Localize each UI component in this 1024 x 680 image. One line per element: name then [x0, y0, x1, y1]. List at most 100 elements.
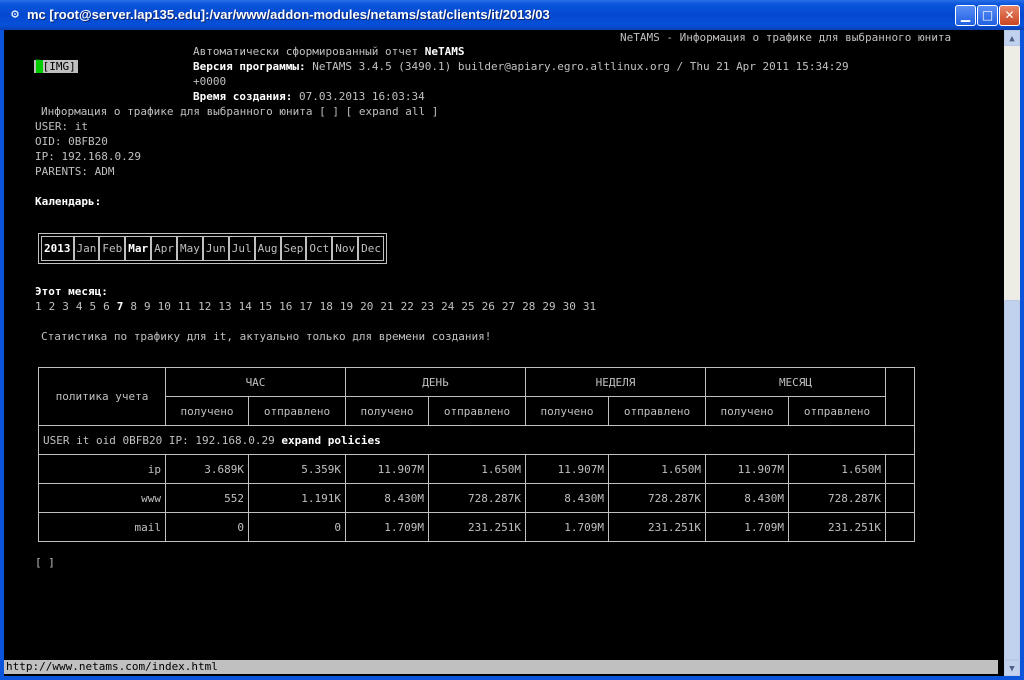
report-auto-line: Автоматически сформированный отчет NeTAM…: [193, 45, 465, 58]
page-header-title: NeTAMS - Информация о трафике для выбран…: [620, 31, 952, 44]
value-cell: 552: [165, 483, 249, 513]
calendar-month-aug[interactable]: Aug: [254, 236, 281, 261]
period-header-day: ДЕНЬ: [345, 367, 526, 397]
created-line: Время создания: 07.03.2013 16:03:34: [193, 90, 425, 103]
day-link[interactable]: 20: [360, 300, 373, 313]
sub-header-sent: отправлено: [608, 396, 706, 426]
day-link[interactable]: 15: [259, 300, 272, 313]
day-link[interactable]: 7: [117, 300, 124, 313]
day-link[interactable]: 2: [49, 300, 56, 313]
period-header-month: МЕСЯЦ: [705, 367, 886, 397]
calendar-year[interactable]: 2013: [41, 236, 74, 261]
scroll-up-arrow-icon[interactable]: ▲: [1004, 30, 1020, 46]
value-cell: 728.287K: [428, 483, 526, 513]
day-link[interactable]: 6: [103, 300, 110, 313]
value-cell: 11.907M: [525, 454, 609, 484]
value-cell: 1.650M: [788, 454, 886, 484]
traffic-table: политика учета ЧАС ДЕНЬ НЕДЕЛЯ МЕСЯЦ пол…: [38, 367, 915, 542]
table-row: mail 0 0 1.709M 231.251K 1.709M 231.251K…: [38, 512, 915, 542]
calendar-label: Календарь:: [35, 195, 102, 208]
table-row: www 552 1.191K 8.430M 728.287K 8.430M 72…: [38, 483, 915, 513]
day-link[interactable]: 13: [218, 300, 231, 313]
day-link[interactable]: 9: [144, 300, 151, 313]
calendar-month-jan[interactable]: Jan: [73, 236, 100, 261]
day-link[interactable]: 31: [583, 300, 596, 313]
day-link[interactable]: 12: [198, 300, 211, 313]
day-link[interactable]: 1: [35, 300, 42, 313]
day-link[interactable]: 5: [90, 300, 97, 313]
day-link[interactable]: 19: [340, 300, 353, 313]
info-title-line[interactable]: Информация о трафике для выбранного юнит…: [41, 105, 438, 118]
day-link[interactable]: 8: [130, 300, 137, 313]
value-cell: 8.430M: [345, 483, 429, 513]
day-link[interactable]: 24: [441, 300, 454, 313]
day-link[interactable]: 4: [76, 300, 83, 313]
day-link[interactable]: 30: [563, 300, 576, 313]
day-link[interactable]: 3: [62, 300, 69, 313]
day-link[interactable]: 17: [299, 300, 312, 313]
day-link[interactable]: 25: [461, 300, 474, 313]
status-bar: http://www.netams.com/index.html: [4, 660, 998, 674]
day-link[interactable]: 10: [158, 300, 171, 313]
value-cell: 231.251K: [608, 512, 706, 542]
value-cell: 728.287K: [608, 483, 706, 513]
calendar-month-feb[interactable]: Feb: [99, 236, 126, 261]
user-row: USER it oid 0BFB20 IP: 192.168.0.29 expa…: [38, 425, 915, 455]
calendar-month-oct[interactable]: Oct: [306, 236, 333, 261]
value-cell: 3.689K: [165, 454, 249, 484]
vertical-scrollbar[interactable]: ▲ ▼: [1004, 30, 1020, 676]
title-bar[interactable]: ⚙ mc [root@server.lap135.edu]:/var/www/a…: [0, 0, 1024, 30]
empty-header-cell: [885, 367, 915, 426]
day-link[interactable]: 22: [401, 300, 414, 313]
month-label: Этот месяц:: [35, 285, 108, 298]
value-cell: 11.907M: [345, 454, 429, 484]
close-button[interactable]: ✕: [999, 5, 1020, 26]
value-cell: 1.650M: [608, 454, 706, 484]
scroll-down-arrow-icon[interactable]: ▼: [1004, 660, 1020, 676]
day-link[interactable]: 28: [522, 300, 535, 313]
expand-policies-link[interactable]: expand policies: [281, 434, 380, 447]
minimize-button[interactable]: ▁: [955, 5, 976, 26]
policy-cell: ip: [38, 454, 166, 484]
footer-brackets[interactable]: [ ]: [35, 556, 55, 569]
calendar-month-nov[interactable]: Nov: [332, 236, 359, 261]
calendar-month-mar[interactable]: Mar: [125, 236, 152, 261]
scrollbar-thumb[interactable]: [1004, 300, 1020, 660]
maximize-button[interactable]: □: [977, 5, 998, 26]
day-link[interactable]: 26: [482, 300, 495, 313]
calendar-month-dec[interactable]: Dec: [358, 236, 384, 261]
value-cell: 0: [248, 512, 346, 542]
calendar-month-jul[interactable]: Jul: [228, 236, 255, 261]
calendar-month-sep[interactable]: Sep: [280, 236, 307, 261]
calendar-month-apr[interactable]: Apr: [151, 236, 177, 261]
calendar-month-may[interactable]: May: [177, 236, 203, 261]
image-placeholder-link[interactable]: ▌[IMG]: [34, 60, 78, 73]
day-link[interactable]: 18: [320, 300, 333, 313]
sub-header-sent: отправлено: [788, 396, 886, 426]
day-link[interactable]: 14: [239, 300, 252, 313]
oid-line: OID: 0BFB20: [35, 135, 108, 148]
day-link[interactable]: 27: [502, 300, 515, 313]
value-cell: 8.430M: [705, 483, 789, 513]
day-link[interactable]: 16: [279, 300, 292, 313]
value-cell: 1.191K: [248, 483, 346, 513]
sub-header-sent: отправлено: [248, 396, 346, 426]
parents-line: PARENTS: ADM: [35, 165, 115, 178]
calendar-month-jun[interactable]: Jun: [202, 236, 229, 261]
day-link[interactable]: 21: [380, 300, 393, 313]
sub-header-received: получено: [525, 396, 609, 426]
value-cell: 1.650M: [428, 454, 526, 484]
value-cell: 231.251K: [788, 512, 886, 542]
period-header-week: НЕДЕЛЯ: [525, 367, 706, 397]
sub-header-sent: отправлено: [428, 396, 526, 426]
value-cell: 0: [165, 512, 249, 542]
version-line: Версия программы: NeTAMS 3.4.5 (3490.1) …: [193, 60, 849, 73]
empty-cell: [885, 512, 915, 542]
day-link[interactable]: 23: [421, 300, 434, 313]
terminal-app-icon: ⚙: [11, 7, 19, 22]
day-link[interactable]: 11: [178, 300, 191, 313]
value-cell: 728.287K: [788, 483, 886, 513]
day-link[interactable]: 29: [542, 300, 555, 313]
period-header-hour: ЧАС: [165, 367, 346, 397]
value-cell: 1.709M: [705, 512, 789, 542]
